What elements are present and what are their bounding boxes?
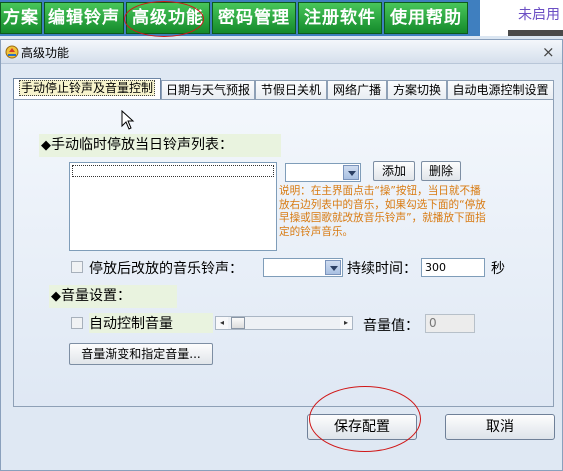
volume-bullet: ◆ [51, 289, 61, 304]
slider-right-icon[interactable]: ▸ [340, 317, 352, 329]
dialog-titlebar: 高级功能 × [1, 40, 562, 64]
duration-label: 持续时间： [347, 261, 417, 277]
tab-manual-stop-label: 手动停止铃声及音量控制 [18, 80, 155, 96]
manual-bullet: ◆ [41, 138, 51, 153]
manual-section-label: ◆手动临时停放当日铃声列表： [39, 134, 281, 157]
cancel-button[interactable]: 取消 [445, 414, 555, 440]
add-button[interactable]: 添加 [373, 161, 415, 181]
volume-value-label: 音量值： [363, 318, 419, 334]
advanced-dialog: 高级功能 × 手动停止铃声及音量控制 日期与天气预报 节假日关机 网络广播 方案… [0, 39, 563, 471]
highlight-circle-menu [124, 1, 204, 37]
tab-power-control[interactable]: 自动电源控制设置 [447, 80, 554, 100]
instruction-note: 说明：在主界面点击“操”按钮，当日就不播放右边列表中的音乐，如果勾选下面的“停放… [279, 185, 486, 238]
after-stop-label: 停放后改放的音乐铃声： [89, 261, 243, 277]
list-selection-row[interactable] [72, 165, 274, 177]
after-stop-checkbox[interactable] [71, 261, 83, 273]
close-icon[interactable]: × [542, 43, 555, 61]
menu-register-button[interactable]: 注册软件 [298, 2, 382, 34]
top-menu-bar: 方案 编辑铃声 高级功能 密码管理 注册软件 使用帮助 [0, 0, 563, 36]
tab-manual-stop[interactable]: 手动停止铃声及音量控制 [13, 78, 161, 100]
after-stop-ringtone-select[interactable] [263, 258, 343, 277]
menu-edit-ringtone-button[interactable]: 编辑铃声 [44, 2, 124, 34]
volume-section-text: 音量设置： [61, 288, 131, 304]
slider-thumb[interactable] [231, 317, 245, 329]
duration-input[interactable]: 300 [421, 258, 485, 277]
menu-password-button[interactable]: 密码管理 [212, 2, 296, 34]
auto-volume-label: 自动控制音量 [89, 313, 213, 333]
delete-button[interactable]: 删除 [421, 161, 461, 181]
highlight-circle-save [309, 386, 421, 452]
dialog-title: 高级功能 [21, 46, 70, 60]
app-icon [5, 45, 19, 59]
slider-left-icon[interactable]: ◂ [216, 317, 228, 329]
tab-date-weather[interactable]: 日期与天气预报 [161, 80, 255, 100]
chevron-down-icon[interactable] [325, 260, 341, 275]
status-not-enabled: 未启用 [518, 7, 560, 23]
top-right-dark-strip [508, 30, 563, 36]
manual-section-text: 手动临时停放当日铃声列表： [51, 137, 233, 153]
tab-holiday-shutdown[interactable]: 节假日关机 [255, 80, 327, 100]
stopped-ringtone-list[interactable] [69, 162, 277, 251]
volume-fade-button[interactable]: 音量渐变和指定音量... [69, 343, 213, 365]
auto-volume-checkbox[interactable] [71, 317, 83, 329]
volume-section-label: ◆音量设置： [49, 285, 177, 308]
tab-scheme-switch[interactable]: 方案切换 [387, 80, 447, 100]
chevron-down-icon[interactable] [343, 165, 359, 180]
tab-network-broadcast[interactable]: 网络广播 [327, 80, 387, 100]
seconds-unit: 秒 [491, 261, 505, 277]
volume-value-input[interactable]: 0 [425, 314, 475, 333]
mouse-cursor-icon [121, 110, 135, 130]
volume-slider[interactable]: ◂ ▸ [215, 316, 353, 330]
menu-scheme-button[interactable]: 方案 [0, 2, 42, 34]
menu-help-button[interactable]: 使用帮助 [384, 2, 468, 34]
screen: 方案 编辑铃声 高级功能 密码管理 注册软件 使用帮助 未启用 高级功能 × 手… [0, 0, 563, 471]
ringtone-select[interactable] [285, 163, 361, 182]
